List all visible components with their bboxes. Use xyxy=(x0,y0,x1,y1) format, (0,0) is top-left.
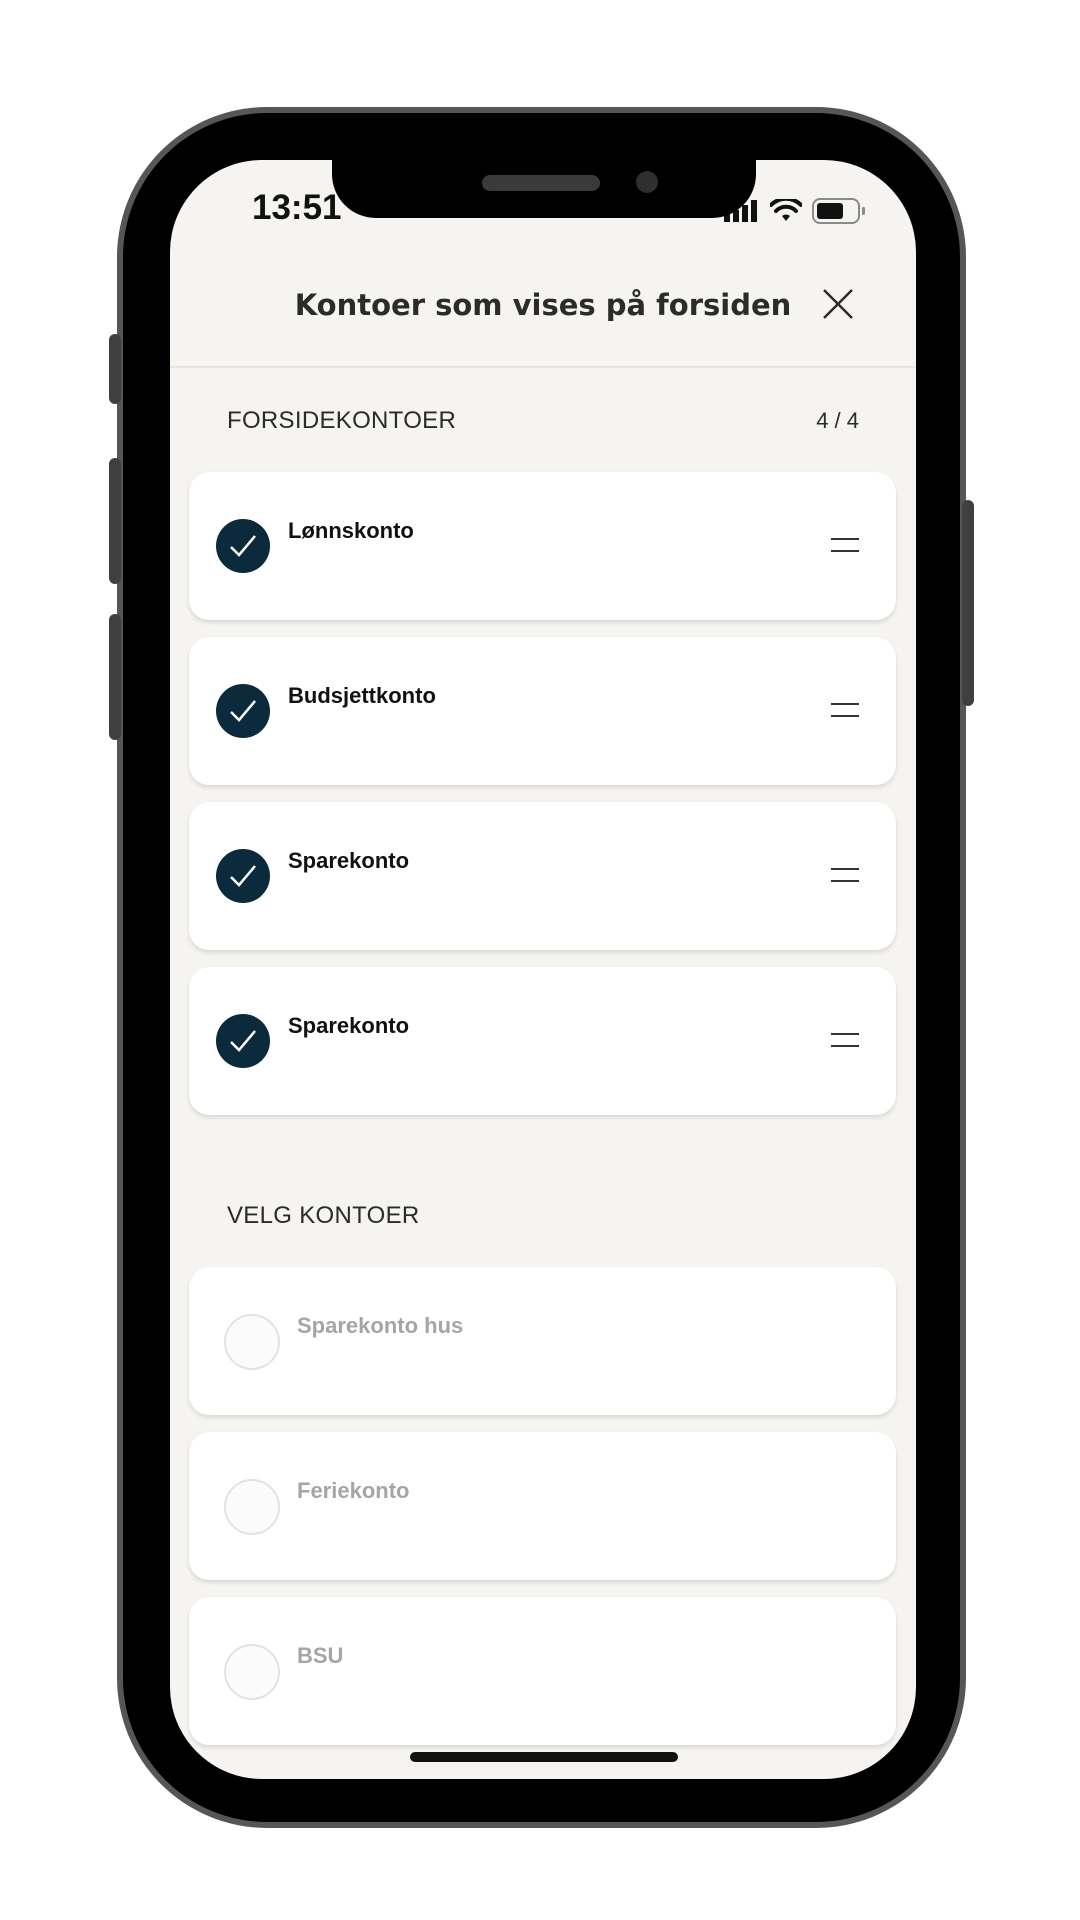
drag-handle-icon[interactable] xyxy=(831,534,859,556)
checkmark-icon xyxy=(230,1030,256,1052)
account-name: Sparekonto hus xyxy=(297,1313,464,1338)
selected-checkbox[interactable] xyxy=(216,849,270,903)
selected-checkbox[interactable] xyxy=(216,684,270,738)
page: 13:51 Kontoer som vises på forsiden FORS… xyxy=(0,0,1080,1920)
front-camera xyxy=(636,171,658,193)
account-card[interactable]: Sparekonto xyxy=(189,967,896,1115)
account-name: BSU xyxy=(297,1643,344,1668)
checkmark-icon xyxy=(230,535,256,557)
checkmark-icon xyxy=(230,865,256,887)
unselected-checkbox[interactable] xyxy=(224,1644,280,1700)
choose-accounts-label: VELG KONTOER xyxy=(227,1202,420,1229)
page-title: Kontoer som vises på forsiden xyxy=(294,288,792,322)
unselected-checkbox[interactable] xyxy=(224,1314,280,1370)
selected-checkbox[interactable] xyxy=(216,1014,270,1068)
front-accounts-count: 4 / 4 xyxy=(816,408,859,433)
status-time: 13:51 xyxy=(252,188,342,227)
power-button xyxy=(962,500,974,706)
account-card[interactable]: Sparekonto hus xyxy=(189,1267,896,1415)
volume-up-button xyxy=(109,458,121,584)
account-name: Sparekonto xyxy=(288,1013,410,1038)
volume-down-button xyxy=(109,614,121,740)
drag-handle-icon[interactable] xyxy=(831,1029,859,1051)
close-button[interactable] xyxy=(816,282,860,326)
modal-header: Kontoer som vises på forsiden xyxy=(170,248,916,368)
notch xyxy=(332,160,756,218)
account-card[interactable]: Sparekonto xyxy=(189,802,896,950)
account-card[interactable]: Budsjettkonto xyxy=(189,637,896,785)
front-accounts-label: FORSIDEKONTOER xyxy=(227,407,457,434)
account-card[interactable]: Feriekonto xyxy=(189,1432,896,1580)
screen: 13:51 Kontoer som vises på forsiden FORS… xyxy=(170,160,916,1779)
home-indicator[interactable] xyxy=(410,1752,678,1762)
battery-icon xyxy=(812,198,865,224)
unselected-checkbox[interactable] xyxy=(224,1479,280,1535)
account-card[interactable]: BSU xyxy=(189,1597,896,1745)
account-card[interactable]: Lønnskonto xyxy=(189,472,896,620)
mute-switch xyxy=(109,334,121,404)
account-name: Budsjettkonto xyxy=(288,683,436,708)
close-icon xyxy=(823,289,853,319)
drag-handle-icon[interactable] xyxy=(831,864,859,886)
selected-checkbox[interactable] xyxy=(216,519,270,573)
speaker xyxy=(482,175,600,191)
checkmark-icon xyxy=(230,700,256,722)
account-name: Feriekonto xyxy=(297,1478,410,1503)
wifi-icon xyxy=(770,199,802,221)
account-name: Sparekonto xyxy=(288,848,410,873)
account-name: Lønnskonto xyxy=(288,518,414,543)
drag-handle-icon[interactable] xyxy=(831,699,859,721)
